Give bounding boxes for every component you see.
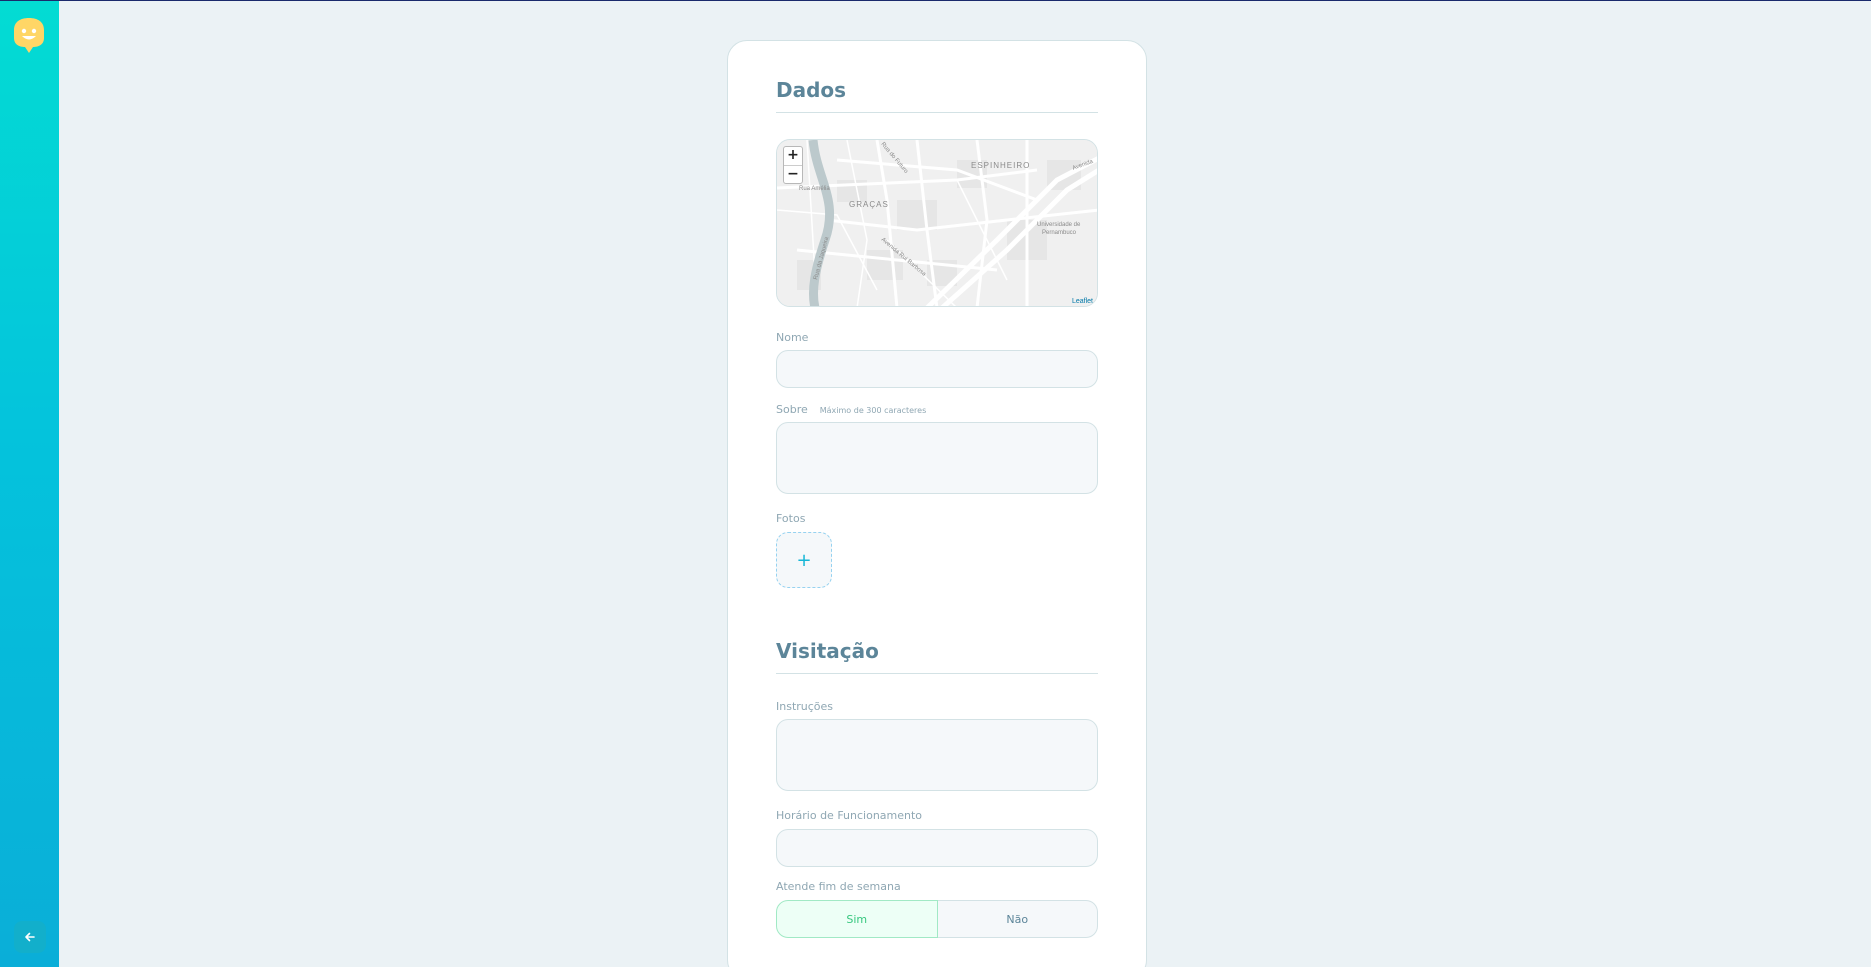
map-attribution-link[interactable]: Leaflet [1072,298,1093,305]
map-label-university: Universidade de [1037,222,1081,228]
map-label-gracas: GRAÇAS [849,200,889,209]
about-label: Sobre Máximo de 300 caracteres [776,403,926,416]
section-title-data: Dados [776,78,1098,113]
zoom-in-button[interactable]: + [784,147,802,165]
about-hint: Máximo de 300 caracteres [819,406,927,415]
weekend-toggle: Sim Não [776,900,1098,938]
photos-label: Fotos [776,512,806,525]
add-photo-button[interactable]: + [776,532,832,588]
create-orphanage-form: Dados ESPINHEIRO GRAÇAS Universidade de … [727,40,1147,967]
hours-label: Horário de Funcionamento [776,809,923,822]
map-tiles: ESPINHEIRO GRAÇAS Universidade de Pernam… [777,140,1097,306]
hours-input[interactable] [776,829,1098,867]
plus-icon: + [796,549,812,571]
arrow-left-icon [24,928,36,947]
map-label-university-2: Pernambuco [1042,230,1077,236]
instructions-label: Instruções [776,700,834,713]
map-label-espinheiro: ESPINHEIRO [971,161,1030,170]
weekend-yes-button[interactable]: Sim [776,900,938,938]
happy-face-logo [14,18,44,54]
zoom-out-button[interactable]: − [784,165,802,183]
back-button[interactable] [14,921,46,953]
about-label-text: Sobre [776,403,808,416]
instructions-textarea[interactable] [776,719,1098,791]
weekend-label: Atende fim de semana [776,880,901,893]
weekend-no-button[interactable]: Não [937,900,1098,938]
name-input[interactable] [776,350,1098,388]
about-textarea[interactable] [776,422,1098,494]
section-title-visit: Visitação [776,639,1098,674]
sidebar [0,1,59,967]
name-label: Nome [776,331,809,344]
map-zoom-control: + − [783,146,803,184]
map-label-rua: Rua Amélia [799,186,830,192]
location-map[interactable]: ESPINHEIRO GRAÇAS Universidade de Pernam… [776,139,1098,307]
